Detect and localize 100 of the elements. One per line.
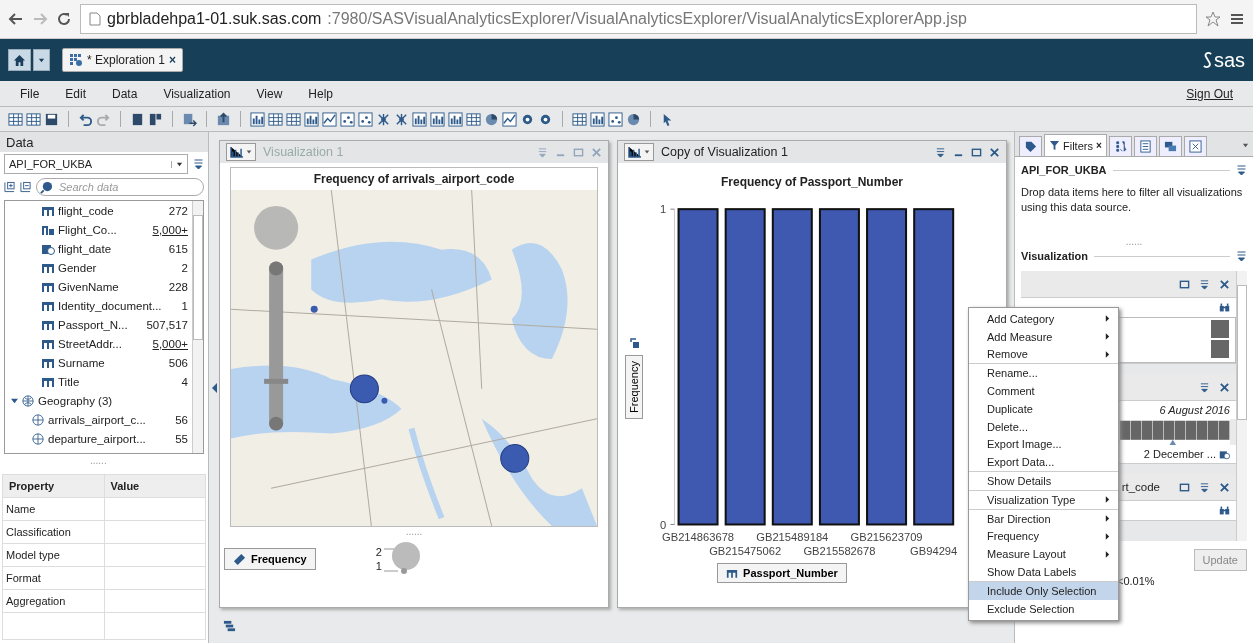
variable-name[interactable]: Identity_document...	[58, 299, 179, 312]
menu-item[interactable]: Delete...	[969, 417, 1118, 436]
pages-icon[interactable]	[148, 111, 163, 127]
options-menu-icon[interactable]	[1199, 481, 1210, 493]
menu-item[interactable]: Frequency	[969, 527, 1118, 546]
date-range-histogram[interactable]	[1120, 419, 1230, 445]
menu-item[interactable]: Add Measure	[969, 327, 1118, 346]
close-icon[interactable]	[1219, 381, 1230, 393]
panel-tab[interactable]: Filters ×	[1044, 134, 1107, 156]
table-icon[interactable]	[8, 111, 23, 127]
maximize-icon[interactable]	[1179, 278, 1190, 290]
options-menu-icon[interactable]	[1199, 278, 1210, 290]
menu-item[interactable]: Export Data...	[969, 453, 1118, 472]
y-axis-button[interactable]: Frequency	[625, 355, 643, 419]
x-axis-button[interactable]: Passport_Number	[717, 563, 847, 583]
scrollbar[interactable]	[192, 201, 203, 453]
map-bubble[interactable]	[310, 305, 318, 313]
table-icon[interactable]	[26, 111, 41, 127]
table-icon[interactable]	[286, 111, 301, 127]
bar-chart-icon[interactable]	[250, 111, 265, 127]
menu-item[interactable]: Show Data Labels	[969, 563, 1118, 581]
menu-item[interactable]: Show Details	[969, 472, 1118, 490]
save-icon[interactable]	[44, 111, 59, 127]
layers-icon[interactable]	[223, 620, 236, 633]
options-menu-icon[interactable]	[193, 158, 204, 170]
menu-item[interactable]: Measure Layout	[969, 545, 1118, 564]
bar-chart-icon[interactable]	[412, 111, 427, 127]
menu-item[interactable]: Add Category	[969, 310, 1118, 328]
scatter-plot-icon[interactable]	[608, 111, 623, 127]
menu-item[interactable]: Edit	[65, 86, 87, 101]
menu-item[interactable]: Exclude Selection	[969, 599, 1118, 618]
variable-name[interactable]: Surname	[58, 356, 166, 369]
map-bubble[interactable]	[381, 397, 388, 404]
menu-item[interactable]: File	[20, 86, 40, 101]
menu-item[interactable]: Comment	[969, 382, 1118, 400]
bar-chart-icon[interactable]	[304, 111, 319, 127]
bar[interactable]	[724, 208, 766, 526]
scrollbar[interactable]	[1236, 271, 1247, 541]
export-icon[interactable]	[182, 111, 197, 127]
dropdown-arrow-icon[interactable]	[1242, 142, 1249, 149]
comments-tab[interactable]	[1158, 136, 1182, 156]
maximize-icon[interactable]	[971, 146, 982, 158]
bar-chart-icon[interactable]	[430, 111, 445, 127]
table-icon[interactable]	[268, 111, 283, 127]
menu-item[interactable]: Remove	[969, 345, 1118, 364]
lock-icon[interactable]	[628, 337, 640, 349]
menu-item[interactable]: View	[256, 86, 283, 101]
variable-name[interactable]: flight_code	[58, 204, 166, 217]
close-tab-button[interactable]: ×	[169, 53, 177, 67]
menu-item[interactable]: Bar Direction	[969, 509, 1118, 528]
bar[interactable]	[866, 208, 908, 526]
options-menu-icon[interactable]	[935, 146, 946, 158]
network-icon[interactable]	[394, 111, 409, 127]
bar[interactable]	[677, 208, 719, 526]
variable-name[interactable]: Flight_Co...	[58, 223, 150, 236]
bar[interactable]	[818, 208, 860, 526]
scatter-plot-icon[interactable]	[358, 111, 373, 127]
variable-name[interactable]: Passport_N...	[58, 318, 144, 331]
back-icon[interactable]	[8, 11, 24, 27]
star-icon[interactable]	[1205, 11, 1221, 27]
sign-out-link[interactable]: Sign Out	[1186, 86, 1233, 101]
map-zoom-control[interactable]	[254, 205, 299, 431]
options-menu-icon[interactable]	[1199, 381, 1210, 393]
visualization-type-button[interactable]	[624, 143, 654, 161]
menu-icon[interactable]	[1229, 11, 1245, 27]
bar[interactable]	[913, 208, 955, 526]
variable-name[interactable]: StreetAddr...	[58, 337, 150, 350]
table-icon[interactable]	[572, 111, 587, 127]
data-source-dropdown[interactable]: API_FOR_UKBA	[4, 154, 188, 174]
address-bar[interactable]: gbrbladehpa1-01.suk.sas.com :7980/SASVisualAnalyticsExplorer/VisualAnalyticsExplorer/VisualAnalyticsExplorerApp.jsp	[80, 4, 1197, 34]
bar-chart-icon[interactable]	[448, 111, 463, 127]
bar-chart-icon[interactable]	[590, 111, 605, 127]
line-chart-icon[interactable]	[502, 111, 517, 127]
tag-tab[interactable]	[1019, 136, 1042, 156]
binoculars-icon[interactable]	[1219, 302, 1230, 313]
variable-name[interactable]: departure_airport...	[48, 432, 173, 445]
options-menu-icon[interactable]	[1236, 250, 1247, 262]
variable-name[interactable]: arrivals_airport_c...	[48, 413, 173, 426]
menu-item[interactable]: Rename...	[969, 364, 1118, 383]
table-icon[interactable]	[466, 111, 481, 127]
upload-icon[interactable]	[216, 111, 231, 127]
menu-item[interactable]: Visualization Type	[969, 490, 1118, 509]
spreadsheet-tab[interactable]	[1183, 136, 1207, 156]
exploration-tab[interactable]: * Exploration 1 ×	[62, 48, 184, 72]
map-bubble[interactable]	[349, 374, 379, 404]
collapse-all-icon[interactable]	[20, 181, 31, 193]
close-icon[interactable]	[1219, 481, 1230, 493]
pie-chart-icon[interactable]	[484, 111, 499, 127]
group-label[interactable]: Geography (3)	[38, 394, 188, 407]
maximize-icon[interactable]	[1179, 481, 1190, 493]
line-chart-icon[interactable]	[322, 111, 337, 127]
network-icon[interactable]	[376, 111, 391, 127]
square-icon[interactable]	[130, 111, 145, 127]
menu-item[interactable]: Data	[112, 86, 138, 101]
home-button[interactable]	[8, 49, 31, 71]
variable-name[interactable]: Title	[58, 375, 179, 388]
expand-all-icon[interactable]	[4, 181, 15, 193]
menu-item[interactable]: Export Image...	[969, 435, 1118, 454]
variable-name[interactable]: flight_date	[58, 242, 166, 255]
expand-arrow-icon[interactable]	[11, 397, 18, 404]
